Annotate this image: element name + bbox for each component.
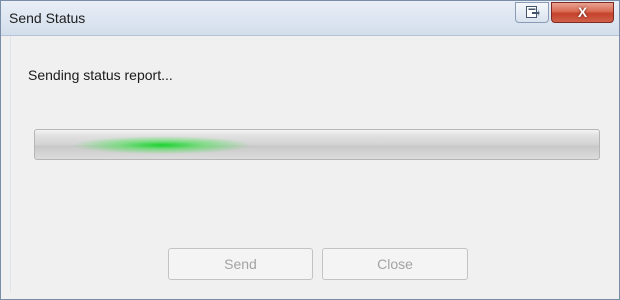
restore-button[interactable] [515, 2, 549, 23]
close-button[interactable]: Close [322, 248, 468, 280]
window-restore-icon [526, 6, 540, 18]
title-bar[interactable]: Send Status X [1, 1, 619, 36]
progress-marquee-glow [35, 130, 444, 159]
progress-bar [34, 129, 600, 160]
window-close-icon: X [577, 4, 588, 20]
send-status-dialog: Send Status X Sending status report... S… [0, 0, 620, 300]
send-button[interactable]: Send [168, 248, 313, 280]
window-close-button[interactable]: X [551, 2, 614, 23]
status-message: Sending status report... [28, 67, 173, 83]
window-title: Send Status [9, 10, 86, 26]
